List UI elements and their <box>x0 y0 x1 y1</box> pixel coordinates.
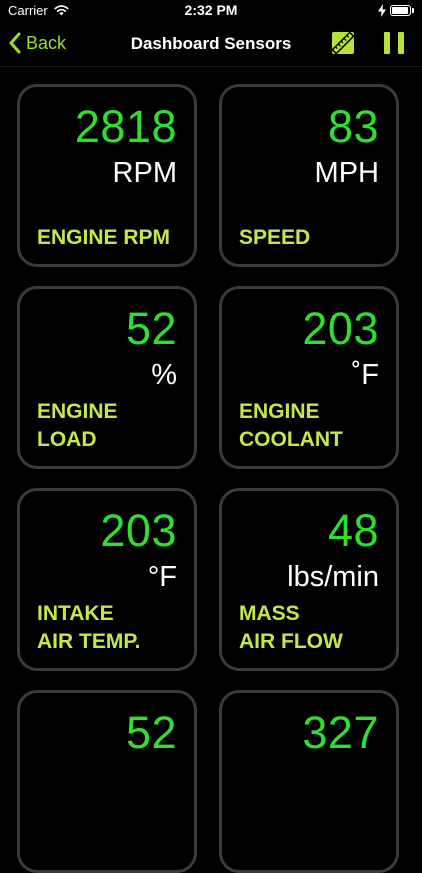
sensor-tile[interactable]: 52 <box>17 690 197 873</box>
sensor-tile-intake-air-temp[interactable]: 203 °F INTAKE AIR TEMP. <box>17 488 197 671</box>
sensor-label: ENGINE LOAD <box>37 400 118 451</box>
sensor-tile-engine-coolant[interactable]: 203 ˚F ENGINE COOLANT <box>219 286 399 469</box>
status-bar: Carrier 2:32 PM <box>0 0 422 22</box>
sensor-label: SPEED <box>239 226 311 249</box>
sensor-value: 2818 <box>74 101 177 152</box>
pause-button[interactable] <box>384 32 404 54</box>
pause-icon <box>384 32 390 54</box>
navigation-bar: Back Dashboard Sensors <box>0 22 422 67</box>
sensor-label: ENGINE COOLANT <box>239 400 343 451</box>
sensor-label: INTAKE AIR TEMP. <box>37 602 141 653</box>
sensor-value: 203 <box>100 505 177 556</box>
charging-bolt-icon <box>378 4 386 17</box>
sensor-unit: MPH <box>314 157 379 189</box>
sensor-tile-engine-load[interactable]: 52 % ENGINE LOAD <box>17 286 197 469</box>
sensor-value: 52 <box>125 303 177 354</box>
sensor-unit: °F <box>147 561 177 593</box>
sensor-tile-speed[interactable]: 83 MPH SPEED <box>219 84 399 267</box>
sensor-value: 83 <box>327 101 379 152</box>
sensor-value: 48 <box>327 505 379 556</box>
ruler-icon[interactable] <box>331 31 355 55</box>
battery-icon <box>390 5 414 16</box>
sensor-unit: RPM <box>112 157 177 189</box>
sensor-label: ENGINE RPM <box>37 226 171 249</box>
sensor-value: 327 <box>302 707 379 758</box>
sensor-tile-engine-rpm[interactable]: 2818 RPM ENGINE RPM <box>17 84 197 267</box>
sensor-tile[interactable]: 327 <box>219 690 399 873</box>
sensor-value: 203 <box>302 303 379 354</box>
sensor-label: MASS AIR FLOW <box>239 602 343 653</box>
page-title: Dashboard Sensors <box>130 34 292 53</box>
sensor-value: 52 <box>125 707 177 758</box>
sensor-unit: % <box>151 359 177 391</box>
status-time: 2:32 PM <box>184 2 238 18</box>
sensor-tile-mass-air-flow[interactable]: 48 lbs/min MASS AIR FLOW <box>219 488 399 671</box>
sensor-unit: ˚F <box>351 359 379 391</box>
sensor-unit: lbs/min <box>287 561 379 593</box>
